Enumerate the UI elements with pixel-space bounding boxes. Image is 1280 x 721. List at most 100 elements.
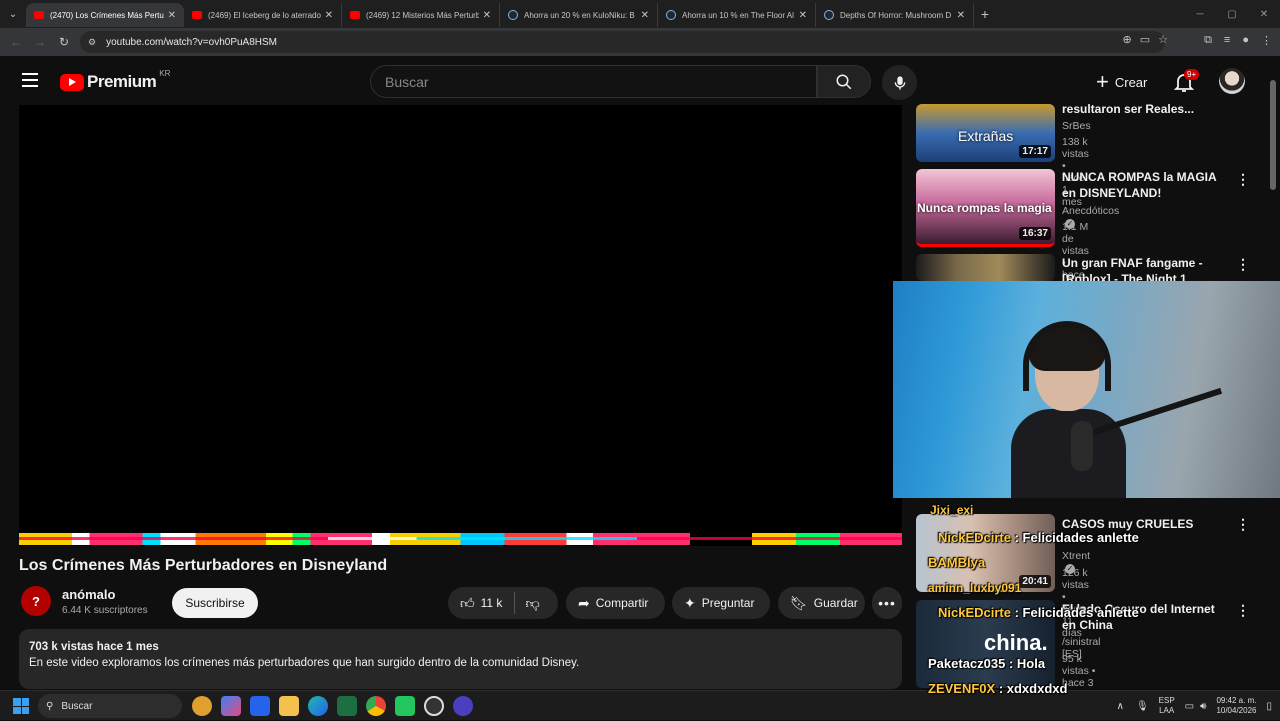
more-actions-icon[interactable]: ••• bbox=[872, 587, 902, 619]
browser-tab[interactable]: Ahorra un 20 % en KuloNiku: B ✕ bbox=[500, 3, 658, 27]
channel-name[interactable]: anómalo bbox=[62, 587, 115, 602]
chat-message: Paketacz035 : Hola bbox=[928, 656, 1045, 671]
more-options-icon[interactable]: ⋮ bbox=[1236, 602, 1250, 619]
mic-tray-icon[interactable]: 🎙︎ bbox=[1136, 701, 1149, 712]
voice-search-button[interactable] bbox=[882, 65, 917, 100]
video-thumbnail[interactable]: Extrañas 17:17 bbox=[916, 104, 1055, 162]
notification-center-icon[interactable]: ▯ bbox=[1266, 701, 1272, 712]
url-text: youtube.com/watch?v=ovh0PuA8HSM bbox=[106, 36, 278, 48]
file-explorer-icon[interactable] bbox=[279, 696, 299, 716]
extensions-icon[interactable]: ⧉ bbox=[1204, 34, 1212, 47]
account-avatar[interactable] bbox=[1219, 68, 1245, 94]
chat-text: : Felicidades anlette bbox=[1014, 530, 1139, 545]
zoom-icon[interactable]: ⊕ bbox=[1123, 33, 1132, 46]
headset-icon bbox=[1023, 321, 1111, 391]
close-tab-icon[interactable]: ✕ bbox=[325, 10, 333, 21]
network-icon[interactable]: ▭ bbox=[1185, 701, 1194, 712]
forward-icon[interactable]: → bbox=[28, 35, 52, 49]
bookmark-star-icon[interactable]: ☆ bbox=[1158, 33, 1168, 46]
app-icon-1[interactable] bbox=[192, 696, 212, 716]
reload-icon[interactable]: ↻ bbox=[52, 35, 76, 49]
close-tab-icon[interactable]: ✕ bbox=[957, 10, 965, 21]
dislike-thumb-icon[interactable]: 👎︎ bbox=[525, 595, 539, 612]
chat-text: : Hola bbox=[1008, 656, 1046, 671]
save-button[interactable]: 🔖︎ Guardar bbox=[778, 587, 865, 619]
url-bar[interactable]: ⚙ youtube.com/watch?v=ovh0PuA8HSM bbox=[80, 31, 1165, 53]
video-player[interactable] bbox=[19, 105, 902, 546]
windows-start-icon[interactable] bbox=[13, 698, 29, 714]
tab-title: Ahorra un 10 % en The Floor Al bbox=[682, 10, 794, 20]
new-tab-button[interactable]: + bbox=[974, 6, 996, 22]
maximize-icon[interactable]: ▢ bbox=[1216, 0, 1248, 28]
media-icon[interactable]: ≡ bbox=[1224, 34, 1230, 47]
recommendation-title[interactable]: Un gran FNAF fangame - [Roblox] - The Ni… bbox=[1062, 255, 1232, 281]
back-icon[interactable]: ← bbox=[4, 35, 28, 49]
recommendation-title[interactable]: resultaron ser Reales... bbox=[1062, 101, 1232, 117]
minimize-icon[interactable]: ─ bbox=[1184, 0, 1216, 28]
tab-title: Ahorra un 20 % en KuloNiku: B bbox=[524, 10, 635, 20]
like-count[interactable]: 11 k bbox=[481, 596, 503, 610]
clock-date: 10/04/2026 bbox=[1216, 706, 1257, 715]
chat-username: NickEDcirte bbox=[938, 530, 1011, 545]
tab-title: (2470) Los Crímenes Más Pertur bbox=[50, 10, 164, 20]
chat-username: ZEVENF0X bbox=[928, 681, 996, 696]
browser-tab[interactable]: Ahorra un 10 % en The Floor Al ✕ bbox=[658, 3, 816, 27]
youtube-logo[interactable]: Premium KR bbox=[60, 69, 170, 92]
edge-icon[interactable] bbox=[308, 696, 328, 716]
search-button[interactable] bbox=[817, 65, 871, 98]
recommendation-channel[interactable]: Xtrent bbox=[1062, 550, 1090, 562]
obs-icon[interactable] bbox=[424, 696, 444, 716]
browser-menu-icon[interactable]: ⋮ bbox=[1261, 34, 1272, 47]
excel-icon[interactable] bbox=[337, 696, 357, 716]
recommendation-channel[interactable]: Anecdóticos bbox=[1062, 205, 1119, 217]
create-button[interactable]: + Crear bbox=[1088, 65, 1155, 99]
close-tab-icon[interactable]: ✕ bbox=[799, 10, 807, 21]
chrome-icon[interactable] bbox=[366, 696, 386, 716]
chat-message: NickEDcirte : Felicidades anlette bbox=[938, 605, 1139, 620]
browser-tab[interactable]: Depths Of Horror: Mushroom D ✕ bbox=[816, 3, 974, 27]
video-thumbnail[interactable] bbox=[916, 254, 1055, 281]
channel-avatar[interactable]: ? bbox=[21, 586, 51, 616]
views-and-date: 703 k vistas hace 1 mes bbox=[29, 641, 159, 653]
taskbar-search[interactable]: ⚲ Buscar bbox=[38, 694, 182, 718]
tray-chevron-icon[interactable]: ∧ bbox=[1117, 701, 1124, 712]
close-tab-icon[interactable]: ✕ bbox=[641, 10, 649, 21]
app-icon-2[interactable] bbox=[453, 696, 473, 716]
streamer-webcam-overlay bbox=[893, 281, 1280, 498]
recommendation-channel[interactable]: SrBes bbox=[1062, 120, 1091, 132]
close-tab-icon[interactable]: ✕ bbox=[483, 10, 491, 21]
recommendation-title[interactable]: NUNCA ROMPAS la MAGIA en DISNEYLAND! bbox=[1062, 169, 1232, 201]
description-box[interactable]: 703 k vistas hace 1 mes En este video ex… bbox=[19, 629, 902, 689]
like-thumb-icon[interactable]: 👍︎ bbox=[460, 595, 475, 612]
close-window-icon[interactable]: ✕ bbox=[1248, 0, 1280, 28]
browser-tab[interactable]: (2469) El Iceberg de lo aterrado ✕ bbox=[184, 3, 342, 27]
hamburger-menu-icon[interactable] bbox=[22, 73, 38, 87]
browser-tab[interactable]: (2469) 12 Misterios Más Perturb ✕ bbox=[342, 3, 500, 27]
notifications-badge: 9+ bbox=[1184, 69, 1200, 80]
language-indicator[interactable]: ESP LAA bbox=[1159, 696, 1175, 716]
streaming-app-icon[interactable] bbox=[395, 696, 415, 716]
share-button[interactable]: ➦ Compartir bbox=[566, 587, 665, 619]
profile-icon[interactable]: ● bbox=[1242, 34, 1249, 47]
chat-message: NickEDcirte : Felicidades anlette bbox=[938, 530, 1139, 545]
streamer-figure bbox=[1011, 321, 1126, 498]
taskbar-clock[interactable]: 09:42 a. m. 10/04/2026 bbox=[1216, 696, 1256, 716]
subscribe-button[interactable]: Suscribirse bbox=[172, 588, 258, 618]
close-tab-icon[interactable]: ✕ bbox=[168, 10, 176, 21]
chat-message: BAMBlya bbox=[928, 555, 985, 570]
search-box[interactable] bbox=[370, 65, 817, 98]
tab-search-chevron-icon[interactable]: ⌄ bbox=[0, 0, 26, 28]
more-options-icon[interactable]: ⋮ bbox=[1236, 171, 1250, 188]
volume-icon[interactable]: 🔊︎ bbox=[1200, 701, 1206, 712]
site-info-icon[interactable]: ⚙ bbox=[88, 37, 96, 48]
more-options-icon[interactable]: ⋮ bbox=[1236, 516, 1250, 533]
more-options-icon[interactable]: ⋮ bbox=[1236, 256, 1250, 273]
video-thumbnail[interactable]: Nunca rompas la magia 16:37 bbox=[916, 169, 1055, 247]
browser-tab[interactable]: (2470) Los Crímenes Más Pertur ✕ bbox=[26, 3, 184, 27]
cast-icon[interactable]: ▭ bbox=[1140, 33, 1150, 46]
search-input[interactable] bbox=[385, 73, 816, 90]
page-scrollbar[interactable] bbox=[1270, 80, 1276, 190]
copilot-icon[interactable] bbox=[221, 696, 241, 716]
ask-button[interactable]: ✦ Preguntar bbox=[672, 587, 770, 619]
store-icon[interactable] bbox=[250, 696, 270, 716]
